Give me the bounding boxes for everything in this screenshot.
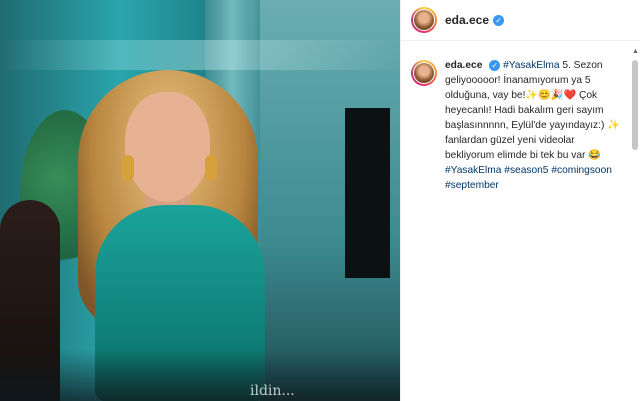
scrollbar-thumb[interactable]	[632, 60, 638, 150]
scroll-up-arrow-icon[interactable]: ▲	[632, 48, 639, 55]
hashtag-link[interactable]: #YasakElma	[503, 60, 559, 71]
earring-left	[122, 155, 134, 181]
post-video[interactable]: ildin...	[0, 0, 400, 401]
hashtag-link[interactable]: #season5	[504, 165, 548, 176]
post-sidebar: eda.ece ✓ eda.ece ✓ #YasakElma 5. Sezon …	[400, 0, 640, 401]
hashtag-link[interactable]: #YasakElma	[445, 165, 501, 176]
verified-badge-icon: ✓	[493, 14, 505, 26]
earring-right	[205, 155, 217, 181]
background-window	[345, 108, 390, 278]
hashtag-link[interactable]: #september	[445, 180, 499, 191]
verified-badge-icon: ✓	[489, 59, 501, 71]
avatar[interactable]	[411, 7, 437, 33]
scrollbar[interactable]: ▲	[632, 48, 639, 393]
instagram-post-view: ildin... eda.ece ✓ eda.ece ✓ #YasakElma …	[0, 0, 640, 401]
profile-photo	[414, 63, 434, 83]
woman-face	[125, 92, 210, 202]
hashtag-link[interactable]: #comingsoon	[551, 165, 612, 176]
caption-comment: eda.ece ✓ #YasakElma 5. Sezon geliyooooo…	[411, 58, 631, 193]
username-link[interactable]: eda.ece	[445, 13, 489, 27]
caption-text: eda.ece ✓ #YasakElma 5. Sezon geliyooooo…	[445, 58, 623, 193]
background-lights	[0, 40, 400, 70]
foreground-shadow	[0, 350, 400, 401]
post-header: eda.ece ✓	[401, 0, 640, 41]
video-caption-text: ildin...	[250, 383, 295, 399]
caption-body: 5. Sezon geliyooooor! İnanamıyorum ya 5 …	[445, 60, 620, 161]
caption-username[interactable]: eda.ece	[445, 60, 482, 71]
profile-photo	[414, 10, 434, 30]
caption-avatar[interactable]	[411, 60, 437, 86]
